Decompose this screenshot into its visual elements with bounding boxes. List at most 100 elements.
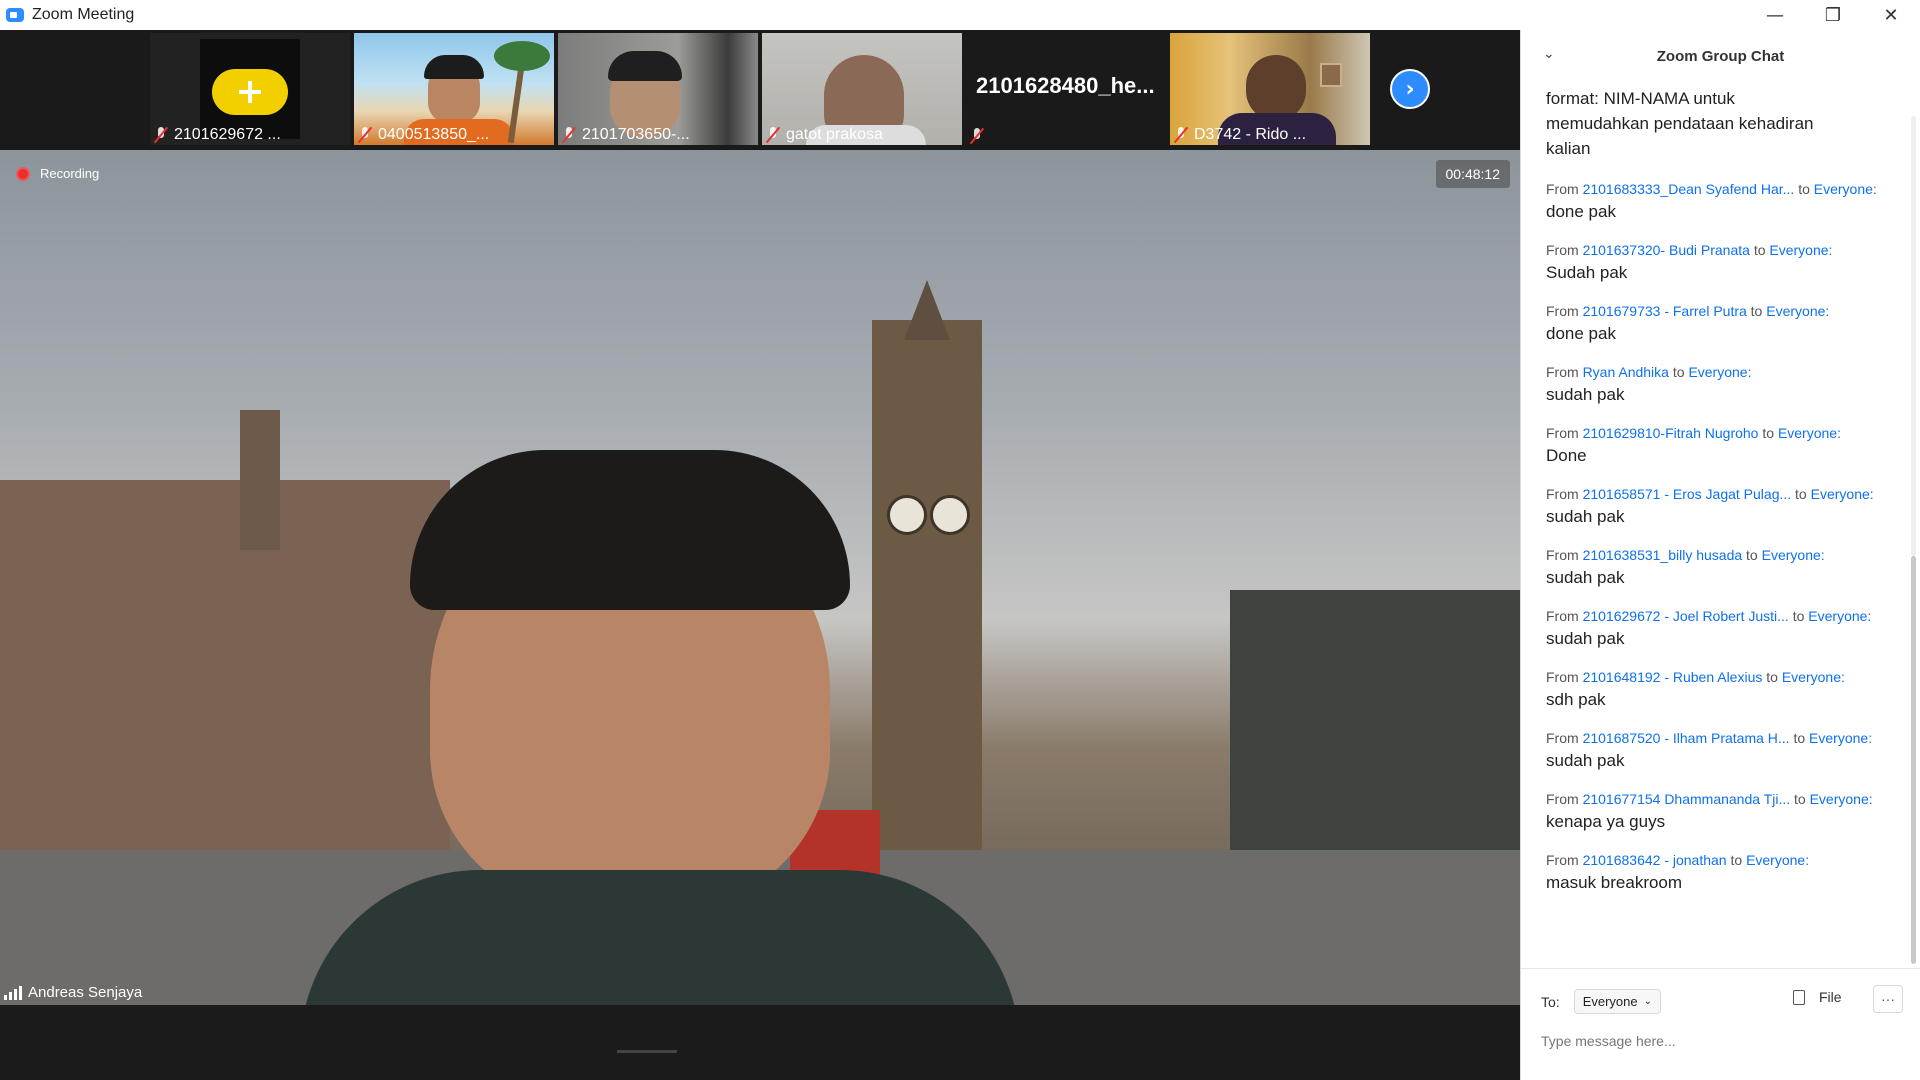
sender-link[interactable]: 2101687520 - Ilham Pratama H... bbox=[1583, 730, 1790, 746]
parliament-building-left bbox=[0, 480, 450, 900]
participant-tile[interactable]: 2101628480_he... bbox=[966, 33, 1166, 145]
recording-label: Recording bbox=[40, 166, 100, 181]
more-options-button[interactable]: ··· bbox=[1873, 985, 1903, 1013]
to-word: to bbox=[1766, 669, 1778, 685]
participant-label: 2101703650-... bbox=[562, 126, 690, 144]
sender-link[interactable]: 2101648192 - Ruben Alexius bbox=[1583, 669, 1763, 685]
recording-dot-icon bbox=[16, 166, 30, 181]
chat-message-text: sudah pak bbox=[1546, 507, 1625, 526]
recipient-value: Everyone bbox=[1582, 994, 1638, 1009]
participant-tile[interactable]: 2101629672 ... bbox=[150, 33, 350, 145]
recipient-link[interactable]: Everyone: bbox=[1769, 242, 1832, 258]
chat-message: From 2101683333_Dean Syafend Har... to E… bbox=[1546, 181, 1913, 222]
chat-message-list[interactable]: format: NIM-NAMA untuk memudahkan pendat… bbox=[1521, 86, 1913, 968]
chat-message-text: sudah pak bbox=[1546, 629, 1625, 648]
chat-message-meta: From 2101648192 - Ruben Alexius to Every… bbox=[1546, 669, 1913, 685]
recipient-link[interactable]: Everyone: bbox=[1778, 425, 1841, 441]
chat-message: From 2101677154 Dhammananda Tji... to Ev… bbox=[1546, 791, 1913, 832]
chat-message-text: sdh pak bbox=[1546, 690, 1606, 709]
restore-button[interactable]: ❐ bbox=[1804, 0, 1862, 30]
resize-grip[interactable] bbox=[617, 1050, 677, 1053]
recipient-dropdown[interactable]: Everyone ⌄ bbox=[1573, 989, 1661, 1014]
to-word: to bbox=[1753, 242, 1766, 258]
recording-indicator: Recording bbox=[16, 166, 99, 181]
clock-tower-spire bbox=[904, 280, 950, 340]
participant-tile[interactable]: 2101703650-... bbox=[558, 33, 758, 145]
mic-muted-icon bbox=[154, 127, 168, 143]
chat-message-text: masuk breakroom bbox=[1546, 873, 1683, 892]
chat-footer: To: Everyone ⌄ File ··· bbox=[1521, 968, 1920, 1080]
recipient-link[interactable]: Everyone: bbox=[1814, 181, 1877, 197]
chat-message-meta: From 2101687520 - Ilham Pratama H... to … bbox=[1546, 730, 1913, 746]
building-right bbox=[1230, 590, 1520, 890]
to-word: to bbox=[1750, 303, 1763, 319]
to-word: to bbox=[1794, 791, 1806, 807]
recipient-link[interactable]: Everyone: bbox=[1746, 852, 1809, 868]
file-label: File bbox=[1819, 989, 1842, 1005]
chat-message-meta: From 2101638531_billy husada to Everyone… bbox=[1546, 547, 1913, 563]
collapse-chevron-icon[interactable]: ⌄ bbox=[1543, 46, 1555, 62]
message-input[interactable] bbox=[1541, 1029, 1901, 1053]
chat-message: From 2101687520 - Ilham Pratama H... to … bbox=[1546, 730, 1913, 771]
sender-link[interactable]: 2101629672 - Joel Robert Justi... bbox=[1583, 608, 1789, 624]
recipient-link[interactable]: Everyone: bbox=[1782, 669, 1845, 685]
participant-label: 0400513850_... bbox=[358, 126, 489, 144]
from-word: From bbox=[1546, 486, 1579, 502]
chat-panel: ⌄ Zoom Group Chat format: NIM-NAMA untuk… bbox=[1520, 30, 1920, 1080]
chat-message-meta: From 2101637320- Budi Pranata to Everyon… bbox=[1546, 242, 1913, 258]
clock-tower bbox=[872, 320, 982, 900]
sender-link[interactable]: 2101658571 - Eros Jagat Pulag... bbox=[1583, 486, 1792, 502]
chat-message: From 2101648192 - Ruben Alexius to Every… bbox=[1546, 669, 1913, 710]
messages-container: From 2101683333_Dean Syafend Har... to E… bbox=[1521, 181, 1913, 893]
chat-message: From 2101638531_billy husada to Everyone… bbox=[1546, 547, 1913, 588]
from-word: From bbox=[1546, 852, 1579, 868]
chat-message-meta: From 2101683333_Dean Syafend Har... to E… bbox=[1546, 181, 1913, 197]
scrollbar-track bbox=[1911, 116, 1916, 556]
chat-message-text: Done bbox=[1546, 446, 1587, 465]
zoom-app-icon bbox=[6, 8, 24, 22]
participant-label: D3742 - Rido ... bbox=[1174, 126, 1306, 144]
to-word: to bbox=[1746, 547, 1758, 563]
participant-tile[interactable]: 0400513850_... bbox=[354, 33, 554, 145]
sender-link[interactable]: 2101679733 - Farrel Putra bbox=[1583, 303, 1747, 319]
chat-message-meta: From 2101629810-Fitrah Nugroho to Everyo… bbox=[1546, 425, 1913, 441]
sender-link[interactable]: 2101683642 - jonathan bbox=[1583, 852, 1727, 868]
speaker-name: Andreas Senjaya bbox=[28, 984, 143, 1001]
sender-link[interactable]: 2101637320- Budi Pranata bbox=[1583, 242, 1750, 258]
signal-strength-icon bbox=[4, 985, 22, 1000]
recipient-link[interactable]: Everyone: bbox=[1688, 364, 1751, 380]
recipient-link[interactable]: Everyone: bbox=[1811, 486, 1874, 502]
sender-link[interactable]: Ryan Andhika bbox=[1583, 364, 1669, 380]
participant-name: D3742 - Rido ... bbox=[1194, 126, 1307, 143]
minimize-button[interactable]: — bbox=[1746, 0, 1804, 30]
next-page-button[interactable]: › bbox=[1390, 69, 1430, 109]
recipient-link[interactable]: Everyone: bbox=[1810, 791, 1873, 807]
chat-scrollbar-thumb[interactable] bbox=[1911, 556, 1916, 964]
chat-message-text: sudah pak bbox=[1546, 751, 1625, 770]
chat-message: From 2101629810-Fitrah Nugroho to Everyo… bbox=[1546, 425, 1913, 466]
close-button[interactable]: ✕ bbox=[1862, 0, 1920, 30]
from-word: From bbox=[1546, 608, 1579, 624]
parliament-tower bbox=[240, 410, 280, 550]
participant-tile[interactable]: D3742 - Rido ... bbox=[1170, 33, 1370, 145]
from-word: From bbox=[1546, 547, 1579, 563]
recipient-link[interactable]: Everyone: bbox=[1809, 730, 1872, 746]
file-button[interactable]: File bbox=[1793, 989, 1842, 1005]
sender-link[interactable]: 2101629810-Fitrah Nugroho bbox=[1583, 425, 1759, 441]
recipient-row: To: Everyone ⌄ bbox=[1541, 989, 1661, 1014]
meeting-area: 2101629672 ... 0400513850_... 2101703650… bbox=[0, 30, 1520, 1080]
recipient-link[interactable]: Everyone: bbox=[1808, 608, 1871, 624]
chat-message: From 2101637320- Budi Pranata to Everyon… bbox=[1546, 242, 1913, 283]
chat-header: ⌄ Zoom Group Chat bbox=[1521, 30, 1920, 82]
sender-link[interactable]: 2101638531_billy husada bbox=[1583, 547, 1743, 563]
recipient-link[interactable]: Everyone: bbox=[1766, 303, 1829, 319]
recipient-link[interactable]: Everyone: bbox=[1762, 547, 1825, 563]
sender-link[interactable]: 2101677154 Dhammananda Tji... bbox=[1583, 791, 1791, 807]
chat-message-text: done pak bbox=[1546, 202, 1616, 221]
sender-link[interactable]: 2101683333_Dean Syafend Har... bbox=[1583, 181, 1795, 197]
participant-tile[interactable]: gatot prakosa bbox=[762, 33, 962, 145]
chat-message-meta: From 2101629672 - Joel Robert Justi... t… bbox=[1546, 608, 1913, 624]
participant-name-display: 2101628480_he... bbox=[976, 73, 1155, 98]
meeting-timer: 00:48:12 bbox=[1435, 160, 1510, 188]
speaker-label: Andreas Senjaya bbox=[4, 984, 142, 1001]
